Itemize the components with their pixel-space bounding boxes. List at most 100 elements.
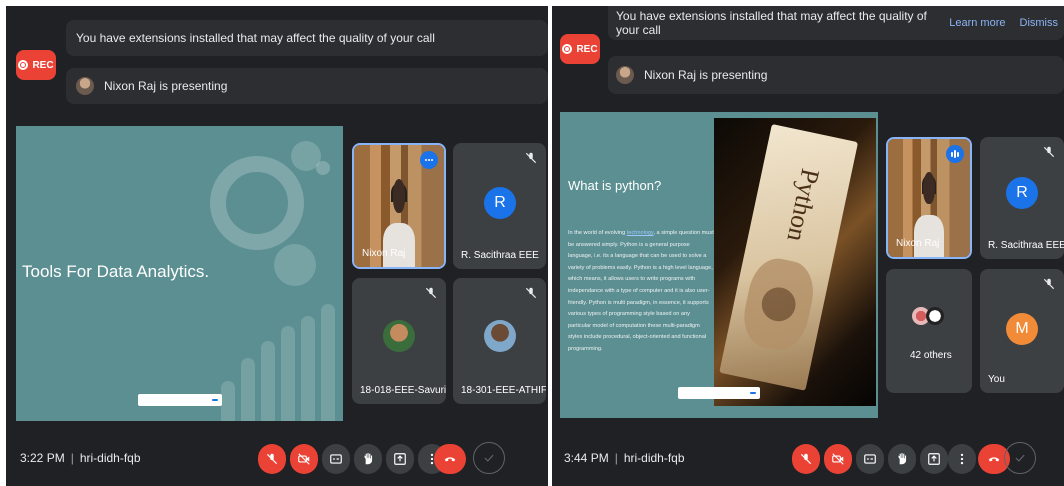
mic-off-icon <box>525 287 537 299</box>
end-call-icon <box>444 457 456 462</box>
extension-warning-text: You have extensions installed that may a… <box>76 31 435 45</box>
more-options-icon[interactable] <box>420 151 438 169</box>
extension-warning-banner: You have extensions installed that may a… <box>66 20 548 56</box>
slide-decor-bar <box>261 341 275 421</box>
meet-screen-right: REC You have extensions installed that m… <box>552 6 1064 486</box>
shared-slide: What is python? In the world of evolving… <box>560 112 878 418</box>
avatar <box>926 307 944 325</box>
avatar: M <box>1006 313 1038 345</box>
mic-off-icon <box>425 287 437 299</box>
captions-button[interactable] <box>856 444 884 474</box>
raise-hand-icon <box>364 453 373 465</box>
tile-nixon-raj[interactable]: Nixon Raj <box>352 143 446 269</box>
dismiss-button[interactable]: Dismiss <box>1020 17 1059 29</box>
presenting-text: Nixon Raj is presenting <box>644 68 768 82</box>
slide-decor-dot <box>274 244 316 286</box>
tile-name: You <box>988 374 1005 385</box>
meeting-time: 3:22 PM <box>20 451 65 465</box>
avatar <box>484 320 516 352</box>
learn-more-link[interactable]: Learn more <box>949 17 1005 29</box>
presenting-text: Nixon Raj is presenting <box>104 79 228 93</box>
tile-nixon-raj[interactable]: Nixon Raj <box>886 137 972 259</box>
tile-others[interactable]: 42 others <box>886 269 972 393</box>
meeting-info: 3:22 PM | hri-didh-fqb <box>20 451 141 465</box>
tile-savuriya[interactable]: 18-018-EEE-Savuriy... <box>352 278 446 404</box>
raise-hand-icon <box>898 453 907 465</box>
captions-icon <box>864 454 876 464</box>
tile-r-sacithraa[interactable]: R R. Sacithraa EEE <box>980 137 1064 259</box>
meet-screen-left: REC You have extensions installed that m… <box>6 6 548 486</box>
slide-body: In the world of evolving technology, a s… <box>568 228 714 356</box>
camera-toggle-button[interactable] <box>824 444 852 474</box>
mic-off-icon <box>1043 278 1055 290</box>
sharing-bar[interactable] <box>678 387 760 399</box>
tile-name: Nixon Raj <box>896 238 940 249</box>
check-icon <box>484 454 494 462</box>
slide-body-text: , a simple question must be answered sim… <box>568 230 714 352</box>
meeting-code: hri-didh-fqb <box>79 451 141 465</box>
confirm-button[interactable] <box>1004 442 1036 474</box>
audio-bars-icon <box>946 145 964 163</box>
control-bar: 3:44 PM | hri-didh-fqb <box>552 434 1064 486</box>
rec-indicator: REC <box>560 34 600 64</box>
stop-sharing-button[interactable] <box>750 392 756 394</box>
presenter-avatar <box>616 66 634 84</box>
captions-icon <box>330 454 342 464</box>
mic-off-icon <box>1043 146 1055 158</box>
more-vert-icon <box>960 453 964 465</box>
tile-athifl[interactable]: 18-301-EEE-ATHIFL <box>453 278 546 404</box>
meeting-time: 3:44 PM <box>564 451 609 465</box>
slide-decor-bar <box>321 304 335 421</box>
meeting-code: hri-didh-fqb <box>623 451 685 465</box>
camera-off-icon <box>832 453 844 465</box>
slide-body-text: In the world of evolving <box>568 230 627 236</box>
slide-decor-bar <box>301 316 315 421</box>
book-cover: Python <box>719 124 859 391</box>
tile-name: 42 others <box>910 350 952 361</box>
captions-button[interactable] <box>322 444 350 474</box>
present-icon <box>928 453 940 465</box>
stop-sharing-button[interactable] <box>212 399 218 401</box>
raise-hand-button[interactable] <box>354 444 382 474</box>
tile-r-sacithraa[interactable]: R R. Sacithraa EEE <box>453 143 546 269</box>
slide-body-link[interactable]: technology <box>627 230 654 236</box>
meeting-info: 3:44 PM | hri-didh-fqb <box>564 451 685 465</box>
slide-decor-bar <box>241 358 255 421</box>
sharing-bar[interactable] <box>138 394 222 406</box>
tile-name: Nixon Raj <box>362 248 406 259</box>
slide-decor-dot <box>316 161 330 175</box>
slide-decor-ring <box>210 156 304 250</box>
camera-toggle-button[interactable] <box>290 444 318 474</box>
tile-name: 18-301-EEE-ATHIFL <box>461 385 546 396</box>
shared-slide: Tools For Data Analytics. <box>16 126 343 421</box>
python-book-photo: Python <box>714 118 876 406</box>
raise-hand-button[interactable] <box>888 444 916 474</box>
mic-off-icon <box>800 453 812 465</box>
end-call-icon <box>988 457 1000 462</box>
present-button[interactable] <box>920 444 948 474</box>
slide-title: Tools For Data Analytics. <box>22 262 210 281</box>
tile-name: R. Sacithraa EEE <box>988 240 1064 251</box>
extension-warning-banner: You have extensions installed that may a… <box>608 6 1064 40</box>
more-options-button[interactable] <box>948 444 976 474</box>
mic-toggle-button[interactable] <box>258 444 286 474</box>
record-dot-icon <box>562 44 573 54</box>
tile-name: 18-018-EEE-Savuriy... <box>360 385 446 396</box>
mic-toggle-button[interactable] <box>792 444 820 474</box>
tile-you[interactable]: M You <box>980 269 1064 393</box>
present-icon <box>394 453 406 465</box>
presenting-banner[interactable]: Nixon Raj is presenting <box>66 68 548 104</box>
check-icon <box>1015 454 1025 462</box>
leave-call-button[interactable] <box>434 444 466 474</box>
book-illustration <box>737 253 820 355</box>
present-button[interactable] <box>386 444 414 474</box>
avatar: R <box>484 187 516 219</box>
mic-off-icon <box>266 453 278 465</box>
slide-decor-bar <box>281 326 295 421</box>
presenting-banner[interactable]: Nixon Raj is presenting <box>608 56 1064 94</box>
confirm-button[interactable] <box>473 442 505 474</box>
slide-decor-bar <box>221 381 235 421</box>
slide-title: What is python? <box>568 178 662 193</box>
book-title: Python <box>781 166 826 245</box>
tile-name: R. Sacithraa EEE <box>461 250 539 261</box>
